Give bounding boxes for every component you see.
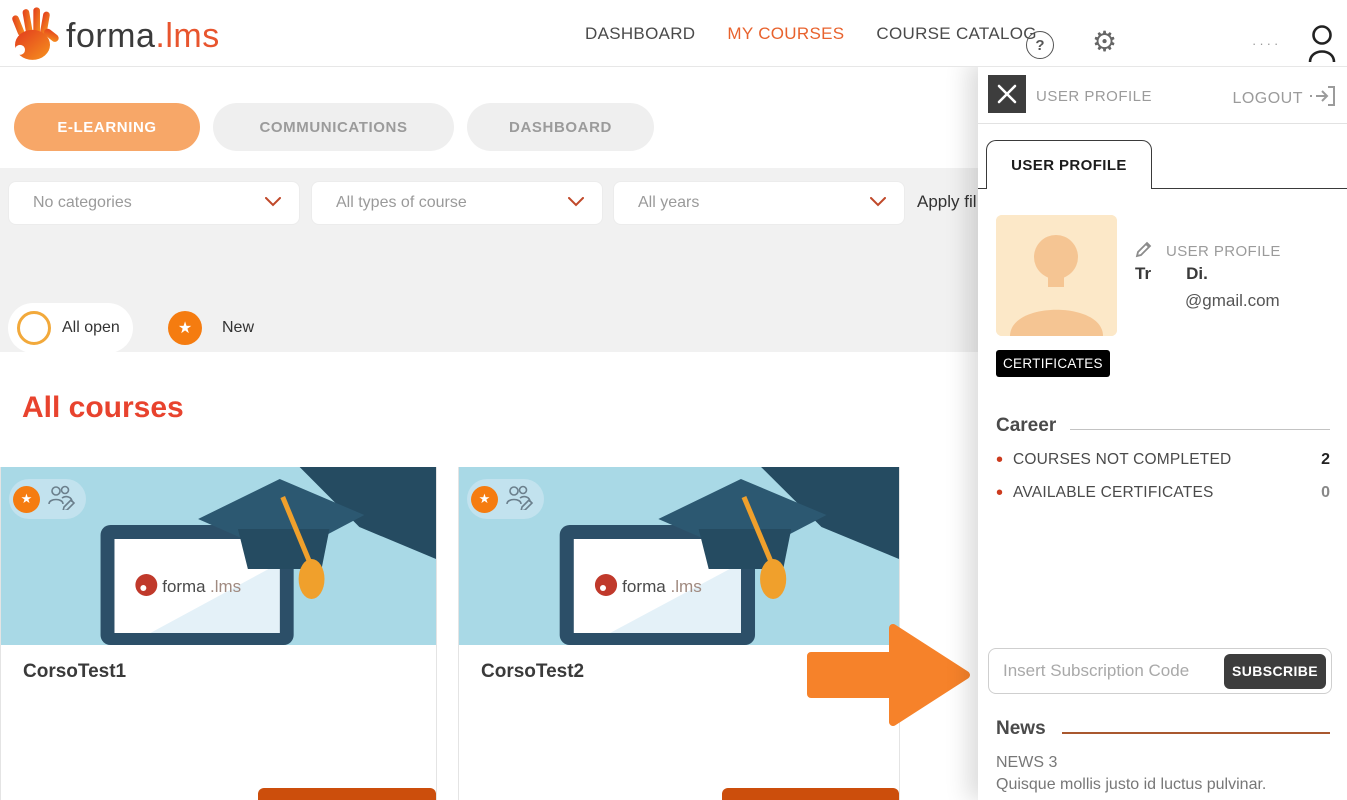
subscribe-button[interactable]: SUBSCRIBE bbox=[1224, 654, 1326, 689]
apply-filters-button[interactable]: Apply fil bbox=[917, 192, 977, 212]
career-section-heading: Career bbox=[996, 415, 1330, 437]
top-navigation: DASHBOARD MY COURSES COURSE CATALOG bbox=[585, 0, 1037, 67]
formalms-logo[interactable]: forma.lms bbox=[10, 6, 220, 67]
course-action-button[interactable] bbox=[258, 788, 436, 800]
help-icon[interactable]: ? bbox=[1026, 31, 1054, 59]
pencil-icon bbox=[1134, 239, 1154, 264]
users-edit-icon bbox=[504, 484, 534, 515]
star-icon: ★ bbox=[13, 486, 40, 513]
divider bbox=[1062, 732, 1330, 734]
course-badges: ★ bbox=[467, 479, 544, 519]
edit-profile-label: USER PROFILE bbox=[1166, 243, 1281, 260]
gear-icon[interactable]: ⚙ bbox=[1092, 28, 1117, 56]
username-redacted: ···· bbox=[1252, 36, 1281, 51]
category-dropdown[interactable]: No categories bbox=[8, 181, 300, 225]
nav-course-catalog[interactable]: COURSE CATALOG bbox=[876, 24, 1036, 44]
annotation-arrow-icon bbox=[806, 618, 974, 738]
course-type-dropdown[interactable]: All types of course bbox=[311, 181, 603, 225]
tab-communications[interactable]: COMMUNICATIONS bbox=[213, 103, 454, 151]
filter-all-open[interactable]: All open bbox=[8, 303, 133, 353]
course-title: CorsoTest1 bbox=[1, 645, 436, 683]
filter-all-open-label: All open bbox=[62, 319, 120, 337]
news-section-heading: News bbox=[996, 718, 1330, 740]
tab-user-profile[interactable]: USER PROFILE bbox=[986, 140, 1152, 189]
close-icon[interactable] bbox=[988, 75, 1026, 113]
logout-label: LOGOUT bbox=[1232, 90, 1303, 108]
divider bbox=[1070, 429, 1330, 430]
formalms-hand-icon bbox=[10, 6, 60, 67]
course-badges: ★ bbox=[9, 479, 86, 519]
chevron-down-icon bbox=[265, 194, 281, 212]
filter-new-label: New bbox=[222, 319, 254, 337]
user-last-name: Di. bbox=[1186, 264, 1208, 284]
course-action-button[interactable] bbox=[722, 788, 899, 800]
tab-dashboard[interactable]: DASHBOARD bbox=[467, 103, 654, 151]
logout-icon bbox=[1309, 86, 1335, 111]
profile-avatar bbox=[996, 215, 1117, 336]
news-title: News bbox=[996, 718, 1046, 740]
career-item-value: 0 bbox=[1321, 484, 1330, 502]
filter-new[interactable]: ★ New bbox=[168, 311, 254, 345]
star-icon: ★ bbox=[471, 486, 498, 513]
formalms-app: forma.lms DASHBOARD MY COURSES COURSE CA… bbox=[0, 0, 1347, 800]
status-filters: All open ★ New bbox=[8, 303, 254, 353]
year-dropdown-value: All years bbox=[614, 194, 870, 212]
circle-icon bbox=[17, 311, 51, 345]
page-title: All courses bbox=[22, 391, 184, 425]
career-item-courses-not-completed: • COURSES NOT COMPLETED 2 bbox=[996, 450, 1330, 470]
news-item-body: Quisque mollis justo id luctus pulvinar. bbox=[996, 776, 1266, 794]
svg-text:.lms: .lms bbox=[670, 577, 701, 596]
career-title: Career bbox=[996, 415, 1056, 437]
career-item-label: AVAILABLE CERTIFICATES bbox=[1013, 484, 1311, 502]
news-item-title[interactable]: NEWS 3 bbox=[996, 754, 1057, 772]
svg-text:forma: forma bbox=[622, 577, 666, 596]
user-avatar-icon[interactable] bbox=[1306, 24, 1338, 69]
bullet-icon: • bbox=[996, 450, 1003, 470]
user-first-name: Tr bbox=[1135, 264, 1151, 284]
chevron-down-icon bbox=[870, 194, 886, 212]
users-edit-icon bbox=[46, 484, 76, 515]
top-header: forma.lms DASHBOARD MY COURSES COURSE CA… bbox=[0, 0, 1347, 67]
user-name: Tr Di. bbox=[1135, 264, 1208, 284]
career-item-available-certificates: • AVAILABLE CERTIFICATES 0 bbox=[996, 483, 1330, 503]
logout-button[interactable]: LOGOUT bbox=[1232, 86, 1335, 111]
user-profile-panel: USER PROFILE LOGOUT USER PROFILE bbox=[978, 62, 1347, 800]
nav-my-courses[interactable]: MY COURSES bbox=[727, 24, 844, 44]
panel-title: USER PROFILE bbox=[1036, 88, 1152, 105]
tab-elearning[interactable]: E-LEARNING bbox=[14, 103, 200, 151]
nav-dashboard[interactable]: DASHBOARD bbox=[585, 24, 695, 44]
section-tabs: E-LEARNING COMMUNICATIONS DASHBOARD bbox=[14, 103, 654, 151]
subscription-code-input[interactable] bbox=[989, 661, 1224, 681]
course-card-corsotest1[interactable]: forma .lms ★ CorsoTest1 bbox=[0, 467, 437, 800]
logo-wordmark: forma.lms bbox=[66, 17, 220, 56]
edit-profile-button[interactable]: USER PROFILE bbox=[1134, 239, 1281, 264]
chevron-down-icon bbox=[568, 194, 584, 212]
star-icon: ★ bbox=[168, 311, 202, 345]
user-email: @gmail.com bbox=[1185, 291, 1280, 311]
svg-text:forma: forma bbox=[162, 577, 206, 596]
career-item-label: COURSES NOT COMPLETED bbox=[1013, 451, 1311, 469]
course-image: forma .lms ★ bbox=[1, 467, 436, 645]
category-dropdown-value: No categories bbox=[9, 194, 265, 212]
subscription-code-box: SUBSCRIBE bbox=[988, 648, 1332, 694]
career-item-value: 2 bbox=[1321, 451, 1330, 469]
year-dropdown[interactable]: All years bbox=[613, 181, 905, 225]
course-type-dropdown-value: All types of course bbox=[312, 194, 568, 212]
svg-text:.lms: .lms bbox=[210, 577, 241, 596]
certificates-badge[interactable]: CERTIFICATES bbox=[996, 350, 1110, 377]
divider bbox=[978, 123, 1347, 124]
bullet-icon: • bbox=[996, 483, 1003, 503]
